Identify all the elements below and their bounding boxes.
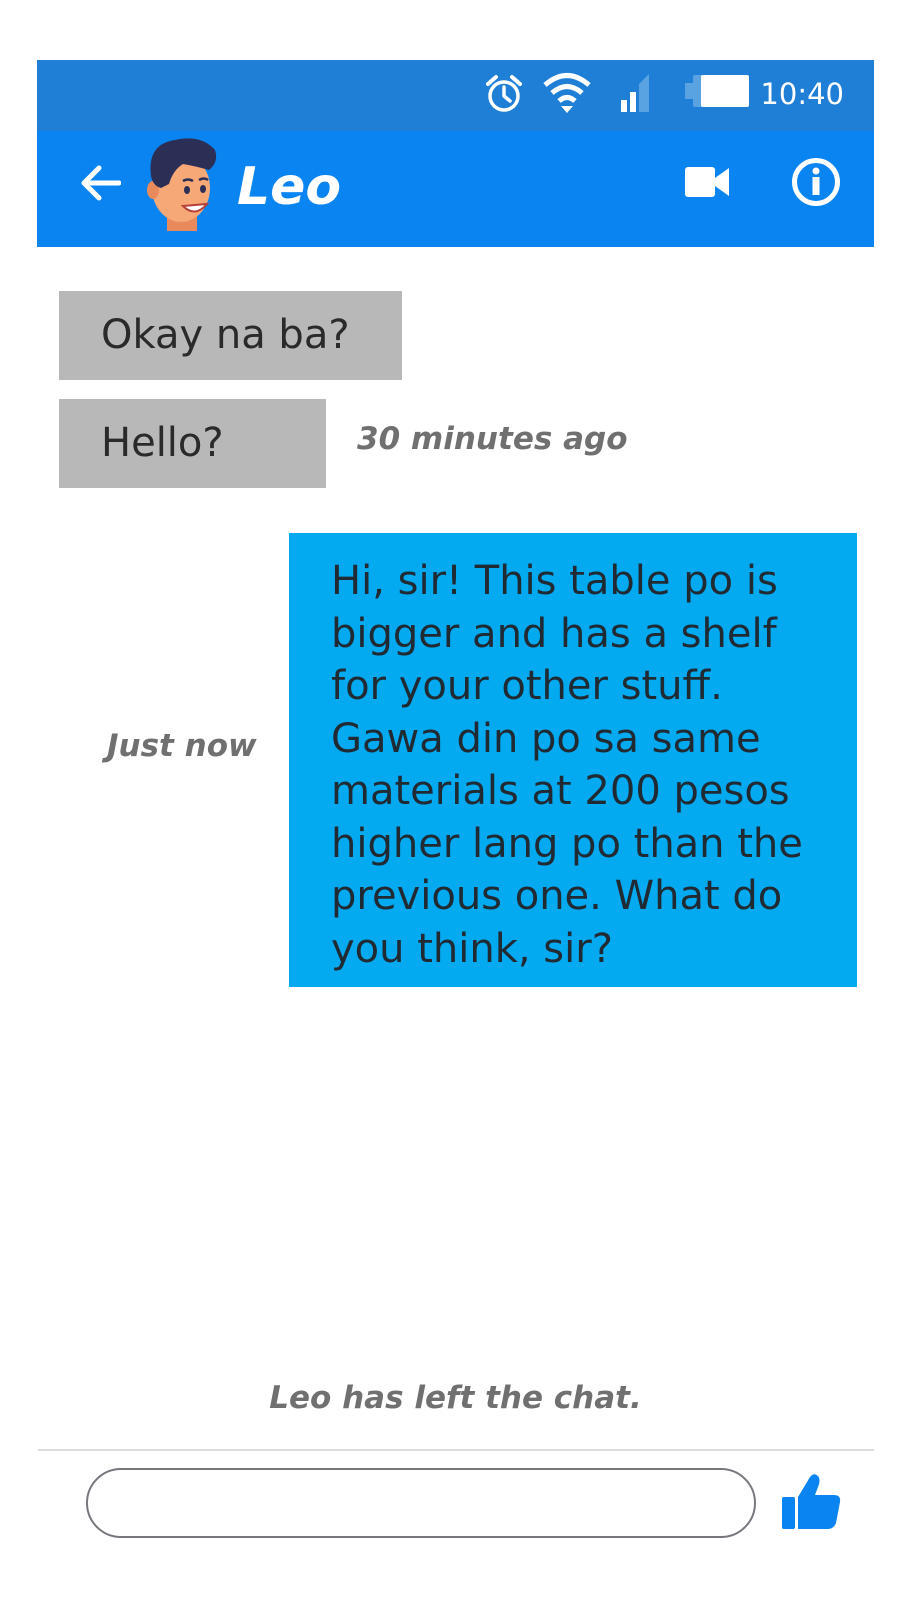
message-line: you think, sir? bbox=[331, 925, 613, 972]
back-arrow-icon[interactable] bbox=[79, 163, 122, 207]
battery-icon bbox=[685, 74, 751, 112]
system-message: Leo has left the chat. bbox=[269, 1380, 642, 1416]
message-timestamp: 30 minutes ago bbox=[357, 421, 628, 457]
message-line: previous one. What do bbox=[331, 873, 783, 919]
thumbs-up-icon[interactable] bbox=[780, 1471, 842, 1537]
message-line: materials at 200 pesos bbox=[331, 768, 790, 814]
signal-icon bbox=[621, 72, 653, 116]
contact-name: Leo bbox=[237, 157, 342, 217]
info-icon[interactable] bbox=[791, 157, 841, 211]
divider bbox=[38, 1449, 874, 1451]
received-message[interactable]: Hello? bbox=[59, 399, 326, 488]
message-line: Gawa din po sa same bbox=[331, 715, 761, 762]
message-line: higher lang po than the bbox=[331, 820, 803, 867]
status-bar: 10:40 bbox=[37, 60, 874, 131]
message-timestamp: Just now bbox=[107, 728, 257, 764]
alarm-icon bbox=[485, 74, 523, 118]
video-call-icon[interactable] bbox=[685, 165, 731, 203]
message-input[interactable] bbox=[86, 1468, 756, 1538]
message-line: Hi, sir! This table po is bbox=[331, 558, 778, 604]
wifi-icon bbox=[542, 72, 592, 118]
message-line: for your other stuff. bbox=[331, 663, 723, 709]
received-message[interactable]: Okay na ba? bbox=[59, 291, 402, 380]
sent-message[interactable]: Hi, sir! This table po is bigger and has… bbox=[289, 533, 857, 987]
chat-header: Leo bbox=[37, 131, 874, 247]
message-line: bigger and has a shelf bbox=[331, 610, 777, 657]
status-time: 10:40 bbox=[760, 77, 844, 111]
avatar[interactable] bbox=[143, 136, 219, 240]
